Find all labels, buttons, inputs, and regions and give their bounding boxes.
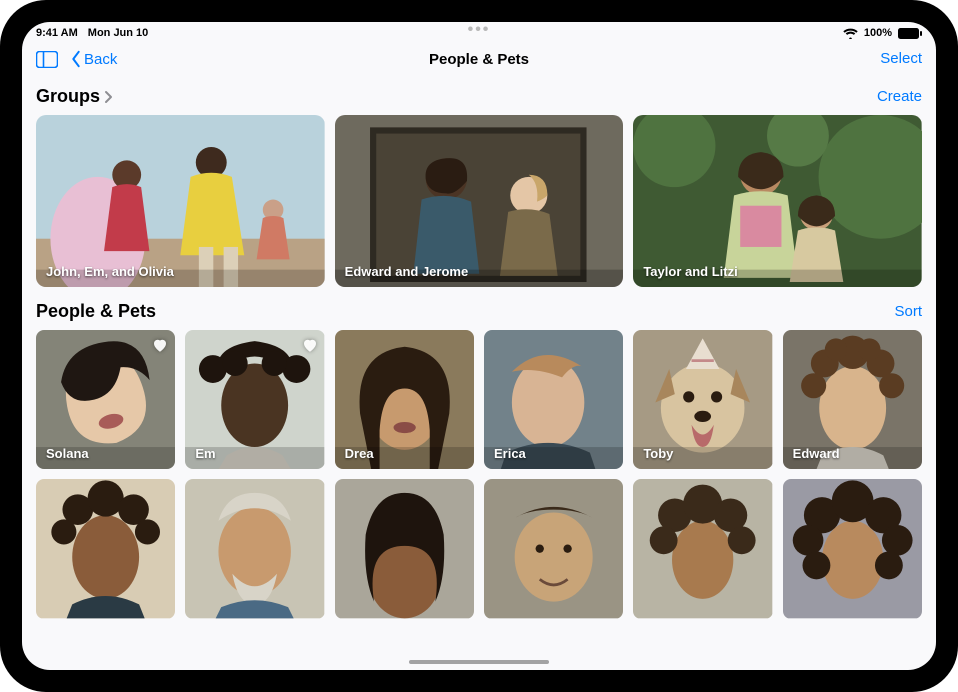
status-time: 9:41 AM <box>36 27 78 39</box>
person-tile[interactable] <box>185 479 324 618</box>
person-name: Solana <box>46 446 89 461</box>
person-tile-erica[interactable]: Erica <box>484 330 623 469</box>
groups-row: John, Em, and Olivia <box>36 115 922 287</box>
person-tile-edward[interactable]: Edward <box>783 330 922 469</box>
battery-percent: 100% <box>864 27 892 39</box>
person-tile[interactable] <box>484 479 623 618</box>
people-grid: Solana <box>36 330 922 619</box>
back-label: Back <box>84 51 117 68</box>
groups-header[interactable]: Groups <box>36 86 113 107</box>
group-tile[interactable]: John, Em, and Olivia <box>36 115 325 287</box>
people-header: People & Pets <box>36 301 156 322</box>
ipad-frame: 9:41 AM Mon Jun 10 ••• 100% <box>0 0 958 692</box>
groups-header-row: Groups Create <box>36 86 922 107</box>
select-button[interactable]: Select <box>880 50 922 67</box>
favorite-heart-icon <box>151 336 169 354</box>
person-name: Toby <box>643 446 673 461</box>
wifi-icon <box>843 28 858 39</box>
group-caption: John, Em, and Olivia <box>46 264 174 279</box>
content-scroll[interactable]: Groups Create <box>22 76 936 670</box>
group-tile[interactable]: Taylor and Litzi <box>633 115 922 287</box>
person-tile-em[interactable]: Em <box>185 330 324 469</box>
chevron-right-icon <box>104 90 113 104</box>
person-tile[interactable] <box>335 479 474 618</box>
person-name: Drea <box>345 446 374 461</box>
people-header-row: People & Pets Sort <box>36 301 922 322</box>
multitask-dots-icon[interactable]: ••• <box>468 22 491 39</box>
battery-icon <box>898 28 922 39</box>
group-tile[interactable]: Edward and Jerome <box>335 115 624 287</box>
status-date: Mon Jun 10 <box>88 27 149 39</box>
nav-bar: Back People & Pets Select <box>22 42 936 76</box>
person-name: Em <box>195 446 215 461</box>
person-tile-solana[interactable]: Solana <box>36 330 175 469</box>
group-caption: Edward and Jerome <box>345 264 469 279</box>
create-group-button[interactable]: Create <box>877 88 922 105</box>
favorite-heart-icon <box>301 336 319 354</box>
home-indicator[interactable] <box>409 660 549 664</box>
back-button[interactable]: Back <box>70 50 117 68</box>
status-bar: 9:41 AM Mon Jun 10 ••• 100% <box>22 22 936 42</box>
sidebar-toggle-icon[interactable] <box>36 51 58 68</box>
groups-header-label: Groups <box>36 86 100 107</box>
person-tile-drea[interactable]: Drea <box>335 330 474 469</box>
person-name: Edward <box>793 446 840 461</box>
group-caption: Taylor and Litzi <box>643 264 737 279</box>
person-tile[interactable] <box>633 479 772 618</box>
page-title: People & Pets <box>429 51 529 68</box>
person-tile-toby[interactable]: Toby <box>633 330 772 469</box>
person-tile[interactable] <box>783 479 922 618</box>
screen: 9:41 AM Mon Jun 10 ••• 100% <box>22 22 936 670</box>
people-header-label: People & Pets <box>36 301 156 322</box>
person-name: Erica <box>494 446 526 461</box>
sort-button[interactable]: Sort <box>894 303 922 320</box>
person-tile[interactable] <box>36 479 175 618</box>
